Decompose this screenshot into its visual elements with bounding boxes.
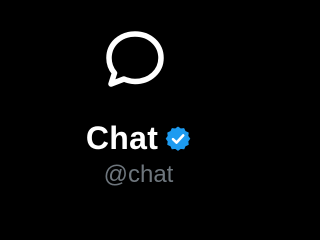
chat-bubble-icon[interactable]	[104, 30, 166, 88]
profile-header: Chat @chat	[0, 0, 275, 200]
handle: @chat	[103, 161, 174, 188]
verified-badge-icon[interactable]	[165, 126, 191, 152]
name-row: Chat	[0, 118, 275, 158]
display-name: Chat	[85, 120, 159, 156]
